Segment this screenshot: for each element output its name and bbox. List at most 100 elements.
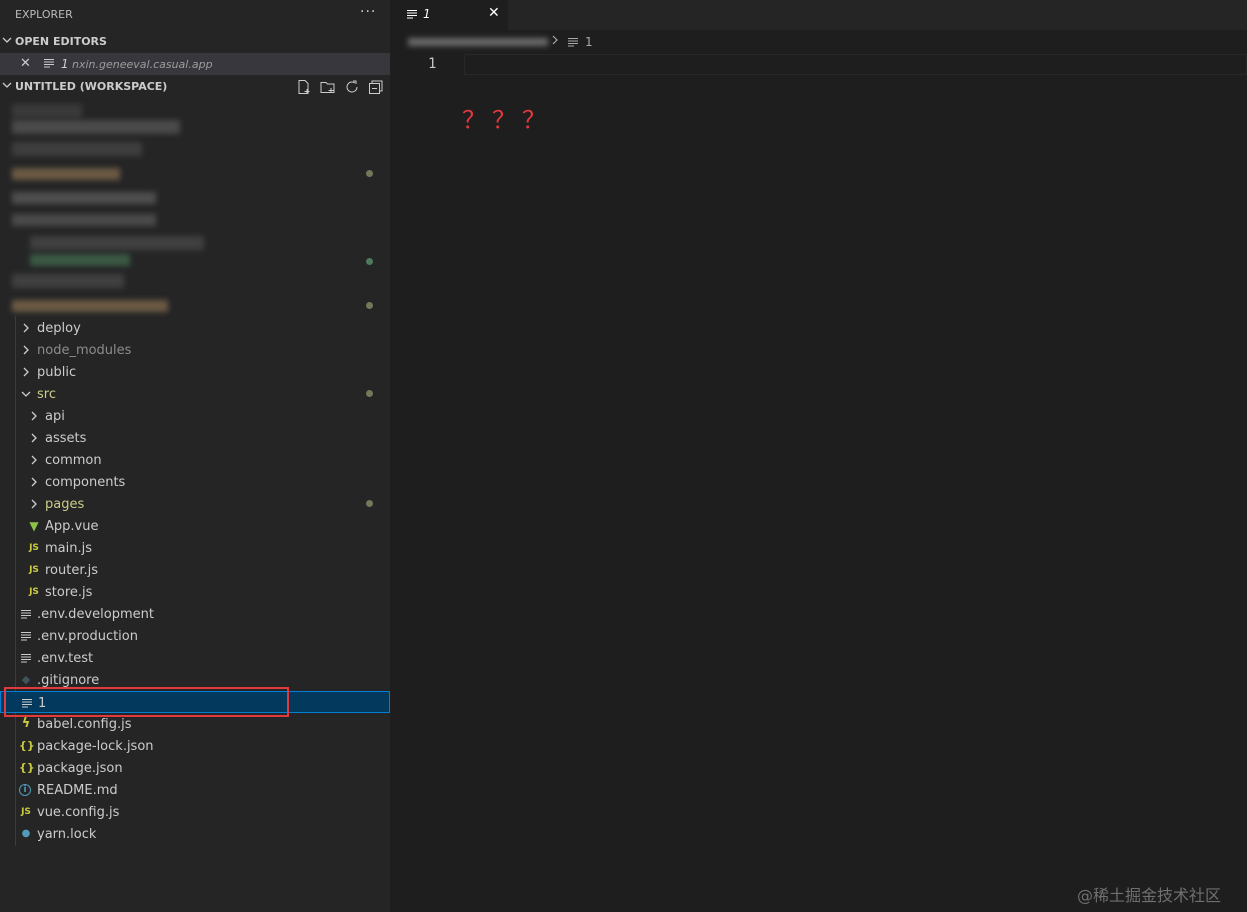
tree-file--env-test[interactable]: .env.test bbox=[0, 647, 390, 669]
chevron-right-icon bbox=[23, 345, 29, 355]
new-file-icon[interactable] bbox=[296, 79, 312, 95]
redacted-item bbox=[12, 104, 82, 118]
annotation-question-marks: ？？？ bbox=[462, 106, 552, 134]
redacted-item bbox=[30, 236, 204, 250]
annotation-highlight-box bbox=[4, 687, 289, 717]
breadcrumb-file[interactable]: 1 bbox=[585, 35, 593, 49]
info-icon: i bbox=[19, 784, 31, 796]
tree-item-label: node_modules bbox=[37, 343, 132, 358]
modified-dot bbox=[366, 170, 373, 177]
tree-item-label: .env.development bbox=[37, 607, 154, 622]
chevron-right-icon bbox=[31, 411, 37, 421]
tree-item-label: .env.production bbox=[37, 629, 138, 644]
tree-item-label: components bbox=[45, 475, 126, 490]
open-editor-path: nxin.geneeval.casual.app bbox=[72, 58, 213, 71]
tree-file-store-js[interactable]: JS store.js bbox=[0, 581, 390, 603]
modified-dot bbox=[366, 390, 373, 397]
chevron-down-icon bbox=[2, 82, 12, 88]
tree-folder-deploy[interactable]: deploy bbox=[0, 317, 390, 339]
modified-dot bbox=[366, 302, 373, 309]
modified-dot bbox=[366, 500, 373, 507]
tree-folder-api[interactable]: api bbox=[0, 405, 390, 427]
tree-item-label: common bbox=[45, 453, 102, 468]
tree-file--env-development[interactable]: .env.development bbox=[0, 603, 390, 625]
javascript-icon: JS bbox=[29, 565, 39, 575]
collapse-all-icon[interactable] bbox=[368, 79, 384, 95]
open-editors-label: OPEN EDITORS bbox=[15, 35, 107, 48]
chevron-down-icon bbox=[21, 391, 31, 397]
workspace-label: UNTITLED (WORKSPACE) bbox=[15, 80, 168, 93]
tree-folder-assets[interactable]: assets bbox=[0, 427, 390, 449]
tree-item-label: package.json bbox=[37, 761, 123, 776]
open-editors-header[interactable]: OPEN EDITORS bbox=[0, 31, 390, 53]
chevron-down-icon bbox=[2, 37, 12, 43]
redacted-item bbox=[12, 168, 120, 180]
tree-file-package-json[interactable]: {} package.json bbox=[0, 757, 390, 779]
chevron-right-icon bbox=[552, 35, 558, 45]
chevron-right-icon bbox=[31, 477, 37, 487]
redacted-item bbox=[12, 120, 180, 134]
tree-folder-common[interactable]: common bbox=[0, 449, 390, 471]
tree-item-label: pages bbox=[45, 497, 85, 512]
tree-file-vue-config-js[interactable]: JS vue.config.js bbox=[0, 801, 390, 823]
text-file-icon bbox=[19, 651, 33, 665]
chevron-right-icon bbox=[31, 455, 37, 465]
tree-item-label: README.md bbox=[37, 783, 118, 798]
modified-dot bbox=[366, 258, 373, 265]
tree-item-label: assets bbox=[45, 431, 87, 446]
tab-strip: 1 ✕ bbox=[390, 0, 1247, 30]
text-file-icon bbox=[44, 58, 54, 68]
text-file-icon bbox=[19, 607, 33, 621]
tree-item-label: store.js bbox=[45, 585, 93, 600]
tree-file-yarn-lock[interactable]: ● yarn.lock bbox=[0, 823, 390, 845]
tab-1[interactable]: 1 ✕ bbox=[390, 0, 508, 30]
tab-label: 1 bbox=[423, 7, 431, 21]
tree-folder-components[interactable]: components bbox=[0, 471, 390, 493]
text-file-icon bbox=[407, 9, 417, 19]
breadcrumb: 1 bbox=[390, 30, 1247, 52]
babel-icon: ϟ bbox=[21, 716, 31, 731]
close-icon[interactable]: ✕ bbox=[20, 56, 31, 71]
close-icon[interactable]: ✕ bbox=[488, 5, 500, 21]
chevron-right-icon bbox=[23, 323, 29, 333]
tree-file-main-js[interactable]: JS main.js bbox=[0, 537, 390, 559]
tree-item-label: App.vue bbox=[45, 519, 99, 534]
redacted-item bbox=[12, 300, 168, 312]
tree-item-label: main.js bbox=[45, 541, 92, 556]
tree-file-package-lock-json[interactable]: {} package-lock.json bbox=[0, 735, 390, 757]
tree-item-label: vue.config.js bbox=[37, 805, 120, 820]
yarn-icon: ● bbox=[21, 828, 31, 839]
redacted-item bbox=[12, 274, 124, 288]
refresh-icon[interactable] bbox=[344, 79, 360, 95]
tree-file-app-vue[interactable]: ▼ App.vue bbox=[0, 515, 390, 537]
editor-area: 1 ✕ 1 1 ？？？ @稀土掘金技术社区 bbox=[390, 0, 1247, 912]
open-editor-item[interactable]: ✕ 1 nxin.geneeval.casual.app bbox=[0, 53, 390, 75]
chevron-right-icon bbox=[23, 367, 29, 377]
more-actions-icon[interactable]: ··· bbox=[360, 4, 376, 20]
redacted-item bbox=[12, 214, 156, 226]
tree-file-router-js[interactable]: JS router.js bbox=[0, 559, 390, 581]
tree-item-label: api bbox=[45, 409, 65, 424]
tree-file-readme-md[interactable]: i README.md bbox=[0, 779, 390, 801]
watermark: @稀土掘金技术社区 bbox=[1077, 886, 1222, 905]
tree-folder-public[interactable]: public bbox=[0, 361, 390, 383]
tree-folder-src[interactable]: src bbox=[0, 383, 390, 405]
tree-item-label: yarn.lock bbox=[37, 827, 97, 842]
new-folder-icon[interactable] bbox=[320, 79, 336, 95]
tree-item-label: .env.test bbox=[37, 651, 94, 666]
tree-item-label: src bbox=[37, 387, 56, 402]
tree-item-label: package-lock.json bbox=[37, 739, 154, 754]
json-icon: {} bbox=[19, 761, 35, 774]
explorer-title: EXPLORER bbox=[15, 8, 73, 21]
tree-folder-pages[interactable]: pages bbox=[0, 493, 390, 515]
redacted-item bbox=[12, 142, 142, 156]
tree-file--env-production[interactable]: .env.production bbox=[0, 625, 390, 647]
json-icon: {} bbox=[19, 739, 35, 752]
current-line-highlight[interactable] bbox=[464, 54, 1247, 75]
tree-item-label: .gitignore bbox=[37, 673, 100, 688]
text-file-icon bbox=[19, 629, 33, 643]
chevron-right-icon bbox=[31, 499, 37, 509]
explorer-header: EXPLORER ··· bbox=[0, 0, 390, 30]
text-file-icon bbox=[568, 37, 578, 47]
tree-folder-node-modules[interactable]: node_modules bbox=[0, 339, 390, 361]
